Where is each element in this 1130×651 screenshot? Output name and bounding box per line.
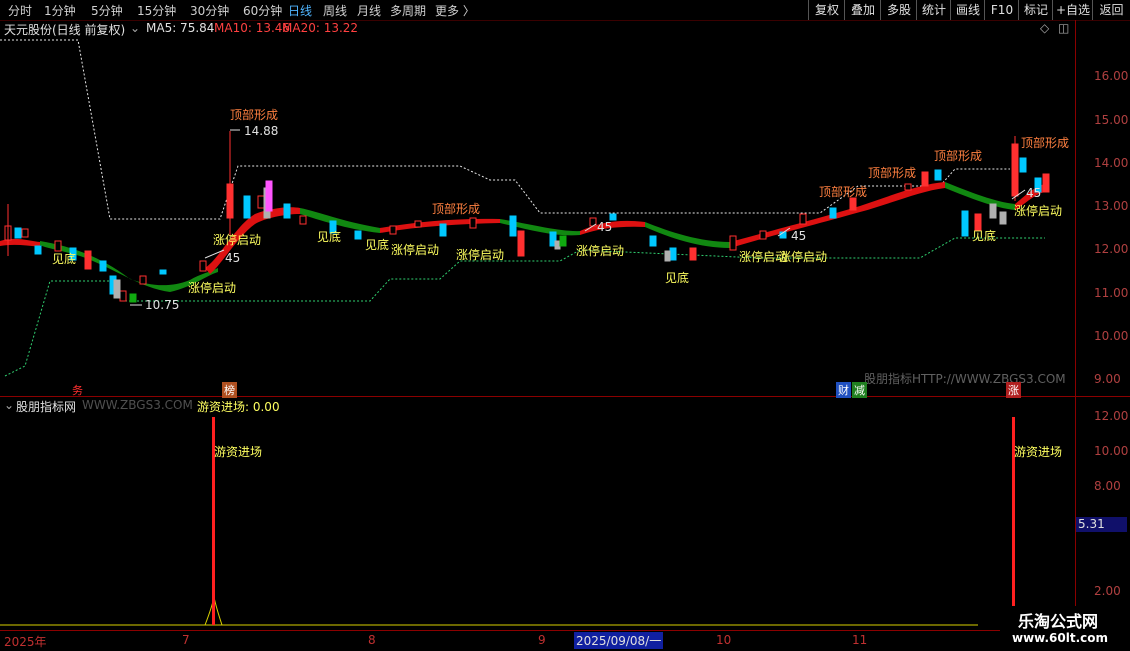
period-5min[interactable]: 5分钟 xyxy=(91,2,123,19)
multi-stock-button[interactable]: 多股 xyxy=(880,0,917,20)
overlay-button[interactable]: 叠加 xyxy=(844,0,881,20)
price-tick: 13.00 xyxy=(1094,199,1129,213)
period-15min[interactable]: 15分钟 xyxy=(137,2,176,19)
date-label: 9 xyxy=(538,633,546,647)
period-60min[interactable]: 60分钟 xyxy=(243,2,282,19)
top-formation-label: 顶部形成 xyxy=(934,149,983,163)
price-tick: 14.00 xyxy=(1094,156,1129,170)
event-badge[interactable]: 务 xyxy=(70,382,85,398)
number-45-label: 45 xyxy=(597,220,613,234)
number-45-label: 45 xyxy=(1026,186,1042,200)
price-tick: 16.00 xyxy=(1094,69,1129,83)
period-toolbar: 分时 1分钟 5分钟 15分钟 30分钟 60分钟 日线 周线 月线 多周期 更… xyxy=(0,0,1130,21)
number-45-label: 45 xyxy=(225,251,241,265)
period-more[interactable]: 更多 〉 xyxy=(435,2,475,19)
ma-band-green-4 xyxy=(645,222,730,248)
bottom-label: 见底 xyxy=(317,230,342,244)
event-badge[interactable]: 财 xyxy=(836,382,851,398)
top-formation-label: 顶部形成 xyxy=(819,185,868,199)
date-label: 11 xyxy=(852,633,868,647)
high-price-label: 14.88 xyxy=(244,124,279,138)
draw-line-button[interactable]: 画线 xyxy=(950,0,985,20)
candlestick-chart[interactable] xyxy=(0,36,1075,396)
ma-band-green-5 xyxy=(945,182,1015,210)
event-badge[interactable]: 减 xyxy=(852,382,867,398)
axis-border xyxy=(1075,20,1076,630)
date-axis: 2025年 7 8 9 2025/09/08/一 10 11 xyxy=(0,630,1075,651)
period-daily[interactable]: 日线 xyxy=(288,2,312,19)
price-tick: 12.00 xyxy=(1094,242,1129,256)
ma10-value: MA10: 13.46 xyxy=(214,21,291,35)
price-tick: 11.00 xyxy=(1094,286,1129,300)
logo-url: www.60lt.com xyxy=(1012,631,1109,645)
price-tick: 15.00 xyxy=(1094,113,1129,127)
add-favorite-button[interactable]: +自选 xyxy=(1052,0,1093,20)
low-price-label: 10.75 xyxy=(145,298,180,312)
limit-up-start-label: 涨停启动 xyxy=(1014,204,1063,218)
price-tick: 10.00 xyxy=(1094,329,1129,343)
indicator-tick: 12.00 xyxy=(1094,409,1129,423)
f10-button[interactable]: F10 xyxy=(984,0,1019,20)
limit-up-start-label: 涨停启动 xyxy=(576,244,625,258)
limit-up-start-label: 涨停启动 xyxy=(391,243,440,257)
site-logo: 乐淘公式网 www.60lt.com xyxy=(1000,606,1130,650)
logo-title: 乐淘公式网 xyxy=(1018,612,1099,631)
date-label: 10 xyxy=(716,633,732,647)
main-chart-header: 天元股份(日线 前复权) ⌄ MA5: 75.84 MA10: 13.46 MA… xyxy=(0,20,1075,37)
limit-up-start-label: 涨停启动 xyxy=(188,281,237,295)
period-weekly[interactable]: 周线 xyxy=(323,2,347,19)
bottom-label: 见底 xyxy=(665,271,690,285)
back-button[interactable]: 返回 xyxy=(1092,0,1130,20)
watermark-text: 股朋指标HTTP://WWW.ZBGS3.COM xyxy=(864,372,1066,386)
indicator-tick: 2.00 xyxy=(1094,584,1121,598)
limit-up-start-label: 涨停启动 xyxy=(456,248,505,262)
date-label: 7 xyxy=(182,633,190,647)
ma5-value: MA5: 75.84 xyxy=(146,21,215,35)
indicator-tick: 10.00 xyxy=(1094,444,1129,458)
indicator-tick: 8.00 xyxy=(1094,479,1121,493)
stats-button[interactable]: 统计 xyxy=(916,0,951,20)
bottom-label: 见底 xyxy=(52,252,77,266)
period-multi[interactable]: 多周期 xyxy=(390,2,426,19)
window-toggle-icon[interactable]: ◫ xyxy=(1058,21,1069,35)
ma20-value: MA20: 13.22 xyxy=(282,21,359,35)
fuquan-button[interactable]: 复权 xyxy=(808,0,845,20)
top-formation-label: 顶部形成 xyxy=(868,166,917,180)
limit-up-start-label: 涨停启动 xyxy=(779,250,828,264)
cursor-date: 2025/09/08/一 xyxy=(574,632,664,649)
top-formation-label: 顶部形成 xyxy=(432,202,481,216)
top-formation-label: 顶部形成 xyxy=(1021,136,1070,150)
bottom-label: 见底 xyxy=(972,229,997,243)
number-45-label: 45 xyxy=(791,229,807,243)
event-badge[interactable]: 涨 xyxy=(1006,382,1021,398)
diamond-icon[interactable]: ◇ xyxy=(1040,21,1049,35)
period-30min[interactable]: 30分钟 xyxy=(190,2,229,19)
event-badge[interactable]: 榜 xyxy=(222,382,237,398)
bottom-label: 见底 xyxy=(365,238,390,252)
date-label: 8 xyxy=(368,633,376,647)
top-formation-label: 顶部形成 xyxy=(230,108,279,122)
period-monthly[interactable]: 月线 xyxy=(357,2,381,19)
limit-up-start-label: 涨停启动 xyxy=(213,233,262,247)
period-fenshi[interactable]: 分时 xyxy=(8,2,32,19)
period-1min[interactable]: 1分钟 xyxy=(44,2,76,19)
indicator-current-value: 5.31 xyxy=(1076,517,1127,532)
hot-money-label: 游资进场 xyxy=(1014,445,1063,459)
candles xyxy=(4,131,1050,303)
date-label: 2025年 xyxy=(4,635,47,649)
mark-button[interactable]: 标记 xyxy=(1018,0,1053,20)
hot-money-label: 游资进场 xyxy=(214,445,263,459)
indicator-chart[interactable] xyxy=(0,397,1075,630)
chevron-down-icon[interactable]: ⌄ xyxy=(130,21,140,35)
price-tick: 9.00 xyxy=(1094,372,1121,386)
